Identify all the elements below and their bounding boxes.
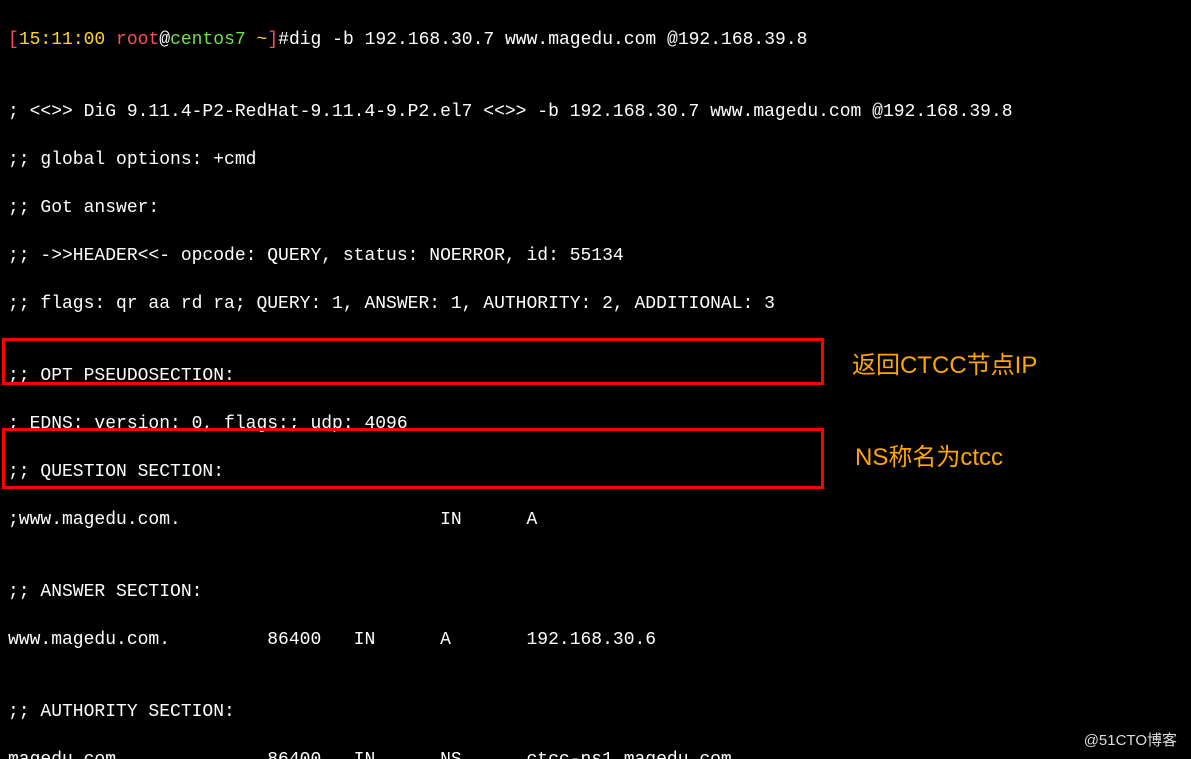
- annotation-ns-ctcc: NS称名为ctcc: [855, 446, 1003, 470]
- watermark: @51CTO博客: [1084, 729, 1177, 753]
- output-line: ;; flags: qr aa rd ra; QUERY: 1, ANSWER:…: [8, 292, 1013, 316]
- prompt-time: 15:11:00: [19, 30, 105, 50]
- prompt-user: root: [116, 30, 159, 50]
- output-line: ;; ANSWER SECTION:: [8, 580, 1013, 604]
- output-line: ;; ->>HEADER<<- opcode: QUERY, status: N…: [8, 244, 1013, 268]
- authority-line: magedu.com. 86400 IN NS ctcc-ns1.magedu.…: [8, 748, 1013, 759]
- output-line: ;; AUTHORITY SECTION:: [8, 700, 1013, 724]
- output-line: ;; Got answer:: [8, 196, 1013, 220]
- prompt-host: centos7: [170, 30, 246, 50]
- output-line: ;; global options: +cmd: [8, 148, 1013, 172]
- answer-line: www.magedu.com. 86400 IN A 192.168.30.6: [8, 628, 1013, 652]
- highlight-box-answer: [2, 338, 824, 385]
- output-line: ;www.magedu.com. IN A: [8, 508, 1013, 532]
- output-line: ; <<>> DiG 9.11.4-P2-RedHat-9.11.4-9.P2.…: [8, 100, 1013, 124]
- command-text: dig -b 192.168.30.7 www.magedu.com @192.…: [289, 30, 807, 50]
- highlight-box-authority: [2, 428, 824, 489]
- prompt-line-1: [15:11:00 root@centos7 ~]#dig -b 192.168…: [8, 28, 1013, 52]
- prompt-dir: ~: [257, 30, 268, 50]
- annotation-ctcc-ip: 返回CTCC节点IP: [852, 354, 1037, 378]
